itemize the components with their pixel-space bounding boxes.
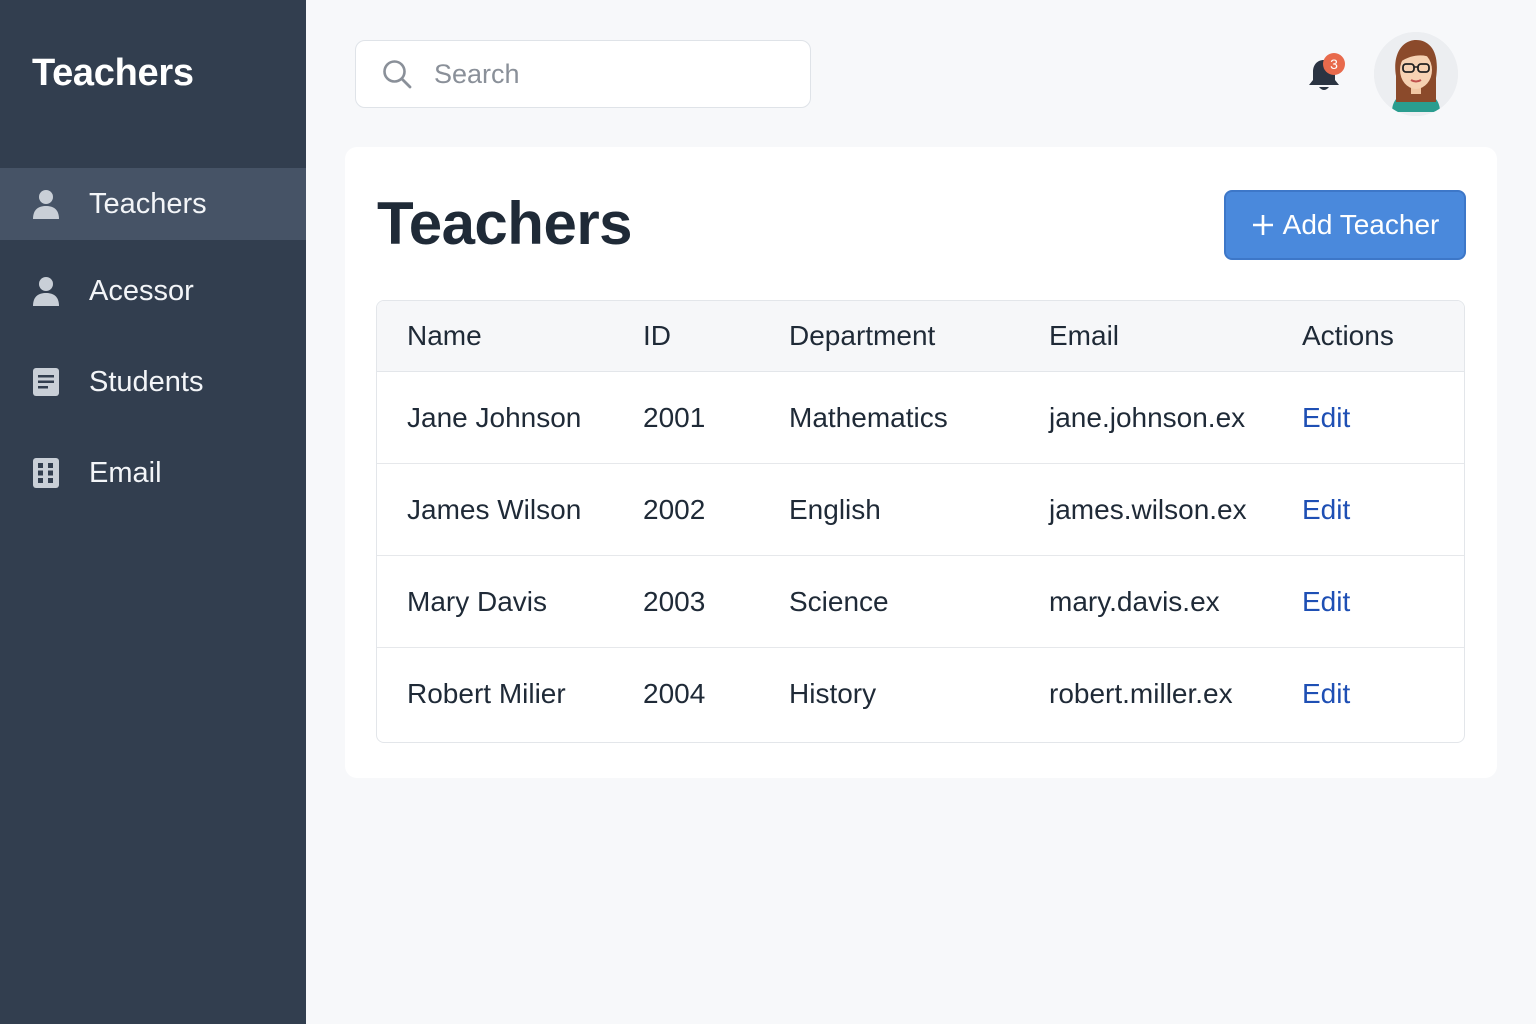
plus-icon (1251, 207, 1275, 243)
user-icon (30, 275, 62, 307)
grid-icon (30, 457, 62, 489)
teacher-department: Science (789, 585, 889, 617)
column-header-email[interactable]: Email (1049, 301, 1119, 371)
edit-link[interactable]: Edit (1302, 372, 1350, 463)
teacher-email: james.wilson.ex (1049, 493, 1247, 525)
teacher-email: robert.miller.ex (1049, 678, 1233, 709)
table-row: James Wilson 2002 English james.wilson.e… (377, 464, 1464, 556)
column-header-department[interactable]: Department (789, 301, 935, 371)
sidebar-title: Teachers (32, 52, 194, 94)
user-icon (30, 188, 62, 220)
column-header-actions: Actions (1302, 320, 1394, 351)
teacher-name: Jane Johnson (407, 401, 582, 433)
sidebar-item-label: Email (89, 456, 162, 489)
sidebar: Teachers Teachers Acessor Students Email (0, 0, 306, 1024)
teacher-email: jane.johnson.ex (1049, 401, 1246, 433)
column-header-name[interactable]: Name (407, 301, 482, 371)
notification-badge: 3 (1323, 53, 1345, 75)
search-icon (382, 59, 412, 89)
table-header: Name ID Department Email Actions (377, 301, 1464, 372)
page-title: Teachers (377, 190, 633, 257)
teacher-department: History (789, 678, 877, 709)
table-row: Jane Johnson 2001 Mathematics jane.johns… (377, 372, 1464, 464)
add-teacher-button[interactable]: Add Teacher (1224, 190, 1466, 260)
sidebar-nav: Teachers Acessor Students Email (0, 168, 306, 509)
sidebar-item-email[interactable]: Email (0, 437, 306, 509)
edit-link[interactable]: Edit (1302, 556, 1350, 647)
sidebar-item-students[interactable]: Students (0, 346, 306, 418)
table-row: Mary Davis 2003 Science mary.davis.ex Ed… (377, 556, 1464, 648)
edit-link[interactable]: Edit (1302, 648, 1350, 740)
table-row: Robert Milier 2004 History robert.miller… (377, 648, 1464, 740)
teacher-department: Mathematics (789, 401, 948, 433)
teacher-department: English (789, 493, 881, 525)
teacher-id: 2003 (643, 585, 706, 617)
teacher-name: James Wilson (407, 493, 582, 525)
sidebar-item-teachers[interactable]: Teachers (0, 168, 306, 240)
search-box[interactable] (355, 40, 811, 108)
teacher-name: Mary Davis (407, 585, 548, 617)
teachers-card: Teachers Add Teacher Name ID Department … (345, 147, 1497, 778)
search-input[interactable] (434, 58, 774, 90)
edit-link[interactable]: Edit (1302, 464, 1350, 555)
sidebar-item-label: Students (89, 365, 204, 398)
sidebar-item-label: Acessor (89, 274, 194, 307)
teacher-id: 2004 (643, 678, 706, 709)
avatar[interactable] (1374, 32, 1458, 116)
column-header-id[interactable]: ID (643, 301, 671, 371)
teacher-name: Robert Milier (407, 678, 566, 709)
teachers-table: Name ID Department Email Actions Jane Jo… (376, 300, 1465, 743)
sidebar-item-label: Teachers (89, 187, 207, 220)
document-icon (30, 366, 62, 398)
teacher-id: 2002 (643, 493, 706, 525)
add-teacher-label: Add Teacher (1282, 209, 1440, 240)
teacher-id: 2001 (643, 401, 706, 433)
sidebar-item-acessor[interactable]: Acessor (0, 255, 306, 327)
teacher-email: mary.davis.ex (1049, 585, 1220, 617)
